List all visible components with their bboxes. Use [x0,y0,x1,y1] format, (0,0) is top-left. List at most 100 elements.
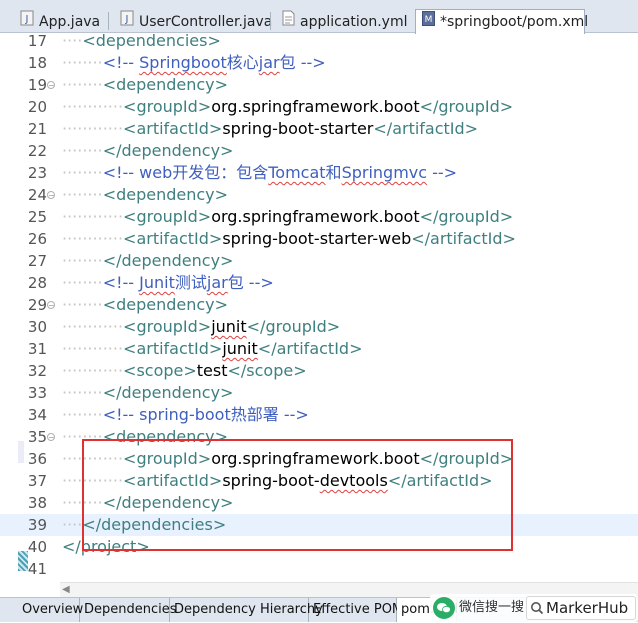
code-line[interactable]: 29− ········<dependency> [0,294,638,316]
line-number: 23 [27,164,47,182]
highlight-box [82,439,513,551]
maven-pom-icon: M [422,10,435,34]
svg-text:M: M [425,15,433,25]
xml-tag: <dependencies> [82,34,221,50]
code-line[interactable]: 30 ············<groupId>junit</groupId> [0,316,638,338]
tab-label: application.yml [300,14,408,30]
tab-pom-xml[interactable]: M *springboot/pom.xml [415,9,589,34]
svg-text:J: J [25,14,29,25]
xml-tag: <scope> [123,361,197,380]
code-line[interactable]: 41 [0,558,638,580]
code-line[interactable]: 28 ········<!-- Junit测试jar包 --> [0,272,638,294]
code-line[interactable]: 17 ····<dependencies> [0,34,638,52]
xml-tag: </scope> [227,361,307,380]
tab-label: UserController.java [139,14,273,30]
search-icon [530,600,544,620]
code-text: ············<groupId>org.springframework… [62,206,513,228]
tab-application-yml[interactable]: application.yml [282,10,412,33]
line-number: 24 [27,186,47,204]
code-line[interactable]: 24− ········<dependency> [0,184,638,206]
whitespace-marker: ········ [62,185,103,204]
code-line[interactable]: 31 ············<artifactId>junit</artifac… [0,338,638,360]
line-number: 41 [27,560,47,578]
code-line[interactable]: 23 ········<!-- web开发包：包含Tomcat和Springmvc… [0,162,638,184]
line-number: 34 [27,406,47,424]
code-line[interactable]: 32 ············<scope>test</scope> [0,360,638,382]
code-line[interactable]: 25 ············<groupId>org.springframewo… [0,206,638,228]
code-line[interactable]: 26 ············<artifactId>spring-boot-st… [0,228,638,250]
fold-toggle-icon[interactable]: − [47,301,55,310]
whitespace-marker: ············ [62,207,124,226]
line-number: 17 [27,34,47,50]
xml-comment: 测试 [174,273,207,292]
code-line[interactable]: 19− ········<dependency> [0,74,638,96]
whitespace-marker: ········ [62,141,103,160]
xml-comment: <!-- web开发包：包含 [102,163,269,182]
fold-toggle-icon[interactable]: − [47,433,55,442]
xml-comment: Springboot [139,53,227,72]
line-number: 25 [27,208,47,226]
xml-tag: </artifactId> [373,119,479,138]
xml-tag: <dependency> [102,295,229,314]
fold-toggle-icon[interactable]: − [47,81,55,90]
code-line[interactable]: 21 ············<artifactId>spring-boot-st… [0,118,638,140]
xml-comment: jar [206,273,228,292]
code-text: ············<groupId>junit</groupId> [62,316,340,338]
code-text: ····<dependencies> [62,34,221,52]
xml-text: spring-boot-starter [222,119,374,138]
code-text: ············<artifactId>spring-boot-star… [62,228,516,250]
xml-tag: </artifactId> [411,229,516,248]
whitespace-marker: ············ [62,339,124,358]
tab-dependency-hierarchy[interactable]: Dependency Hierarchy [170,598,323,622]
line-number: 19 [27,76,47,94]
line-number: 37 [27,472,47,490]
whitespace-marker: ········ [62,251,103,270]
xml-text: junit [222,339,258,358]
code-text: ············<scope>test</scope> [62,360,307,382]
whitespace-marker: ········ [62,405,103,424]
xml-tag: <groupId> [123,97,212,116]
code-line[interactable]: 34 ········<!-- spring-boot热部署 --> [0,404,638,426]
xml-tag: <groupId> [123,207,212,226]
java-file-icon: J [20,10,34,34]
xml-tag: <dependency> [102,75,229,94]
xml-editor[interactable]: 17 ····<dependencies> 18 ········<!-- Sprin… [0,34,638,582]
line-number: 39 [27,516,47,534]
tab-dependencies[interactable]: Dependencies [80,598,177,622]
tab-label: *springboot/pom.xml [440,14,589,30]
xml-tag: </dependency> [102,141,234,160]
xml-comment: 核心 [226,53,259,72]
xml-tag: <artifactId> [123,229,223,248]
xml-tag: </groupId> [419,207,514,226]
xml-comment: Junit [139,273,175,292]
tab-overview[interactable]: Overview [18,598,83,622]
line-number: 32 [27,362,47,380]
line-number: 40 [27,538,47,556]
tab-user-controller[interactable]: J UserController.java [120,10,273,33]
code-line[interactable]: 33 ········</dependency> [0,382,638,404]
line-number: 31 [27,340,47,358]
line-number: 20 [27,98,47,116]
line-number: 18 [27,54,47,72]
line-number: 22 [27,142,47,160]
fold-toggle-icon[interactable]: − [47,191,55,200]
tab-app-java[interactable]: J App.java [20,10,100,33]
whitespace-marker: ········ [62,163,103,182]
code-text: ········<dependency> [62,74,228,96]
code-text: ············<artifactId>spring-boot-star… [62,118,478,140]
text-file-icon [282,10,295,34]
line-number: 27 [27,252,47,270]
code-text: ········</dependency> [62,140,233,162]
xml-tag: <dependency> [102,185,229,204]
tab-effective-pom[interactable]: Effective POM [309,598,403,622]
code-line[interactable]: 18 ········<!-- Springboot核心jar包 --> [0,52,638,74]
code-line[interactable]: 22 ········</dependency> [0,140,638,162]
code-line[interactable]: 20 ············<groupId>org.springframewo… [0,96,638,118]
whitespace-marker: ········ [62,53,103,72]
code-line[interactable]: 27 ········</dependency> [0,250,638,272]
xml-text: junit [211,317,247,336]
xml-comment: <!-- spring-boot热部署 --> [102,405,309,424]
tab-separator [108,12,109,30]
xml-text: test [196,361,228,380]
scroll-left-icon[interactable]: ◀ [62,583,70,597]
